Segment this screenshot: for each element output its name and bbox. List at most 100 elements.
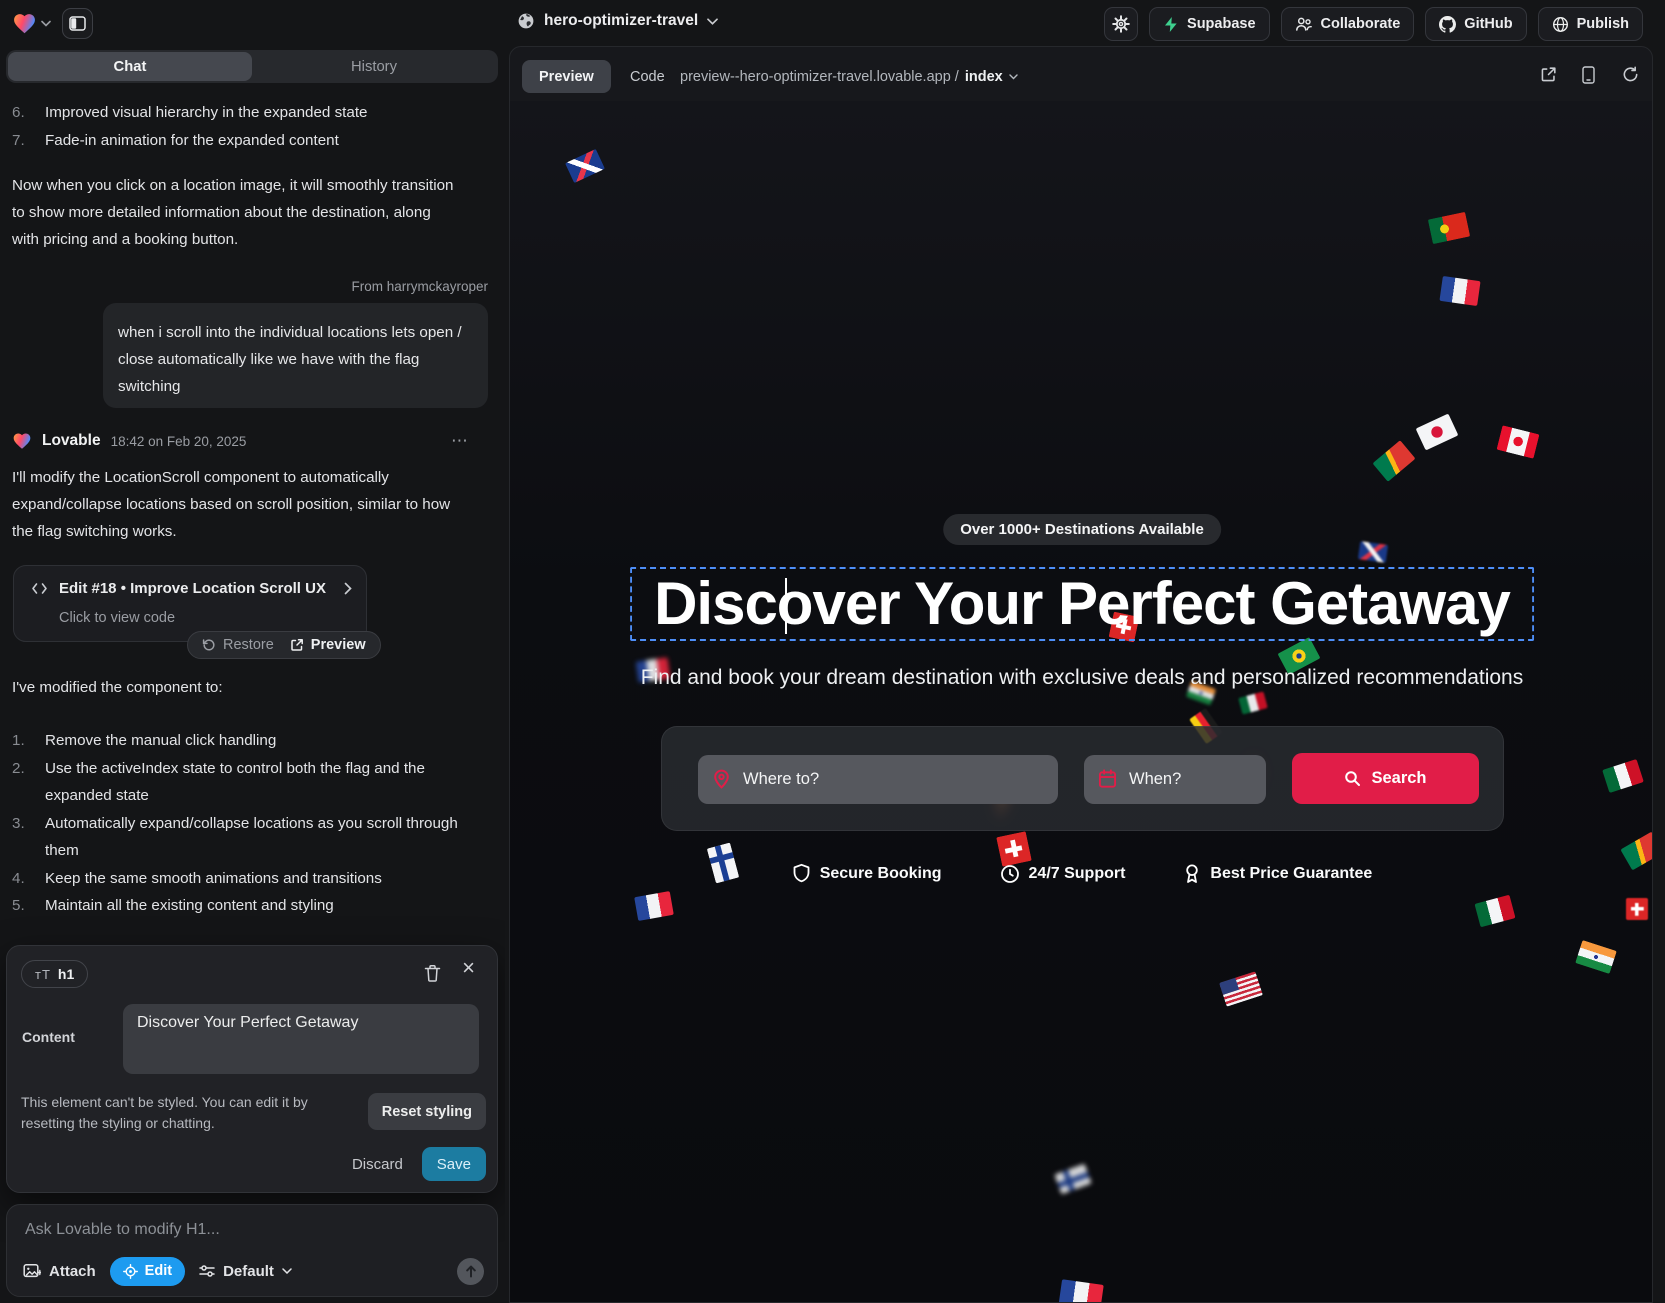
logo-chevron-down-icon[interactable] [41, 20, 51, 27]
chat-panel: Chat History 6.Improved visual hierarchy… [0, 48, 505, 1303]
element-tag-badge: тT h1 [21, 960, 88, 988]
sidebar-toggle-button[interactable] [62, 8, 93, 39]
lovable-logo-icon[interactable] [12, 11, 37, 36]
supabase-button[interactable]: Supabase [1149, 7, 1270, 41]
text-caret [785, 578, 787, 634]
flag-new-zealand [1358, 541, 1388, 563]
save-button[interactable]: Save [422, 1147, 486, 1181]
assistant-list-previous: 6.Improved visual hierarchy in the expan… [12, 99, 462, 154]
feature-best-price: Best Price Guarantee [1183, 863, 1372, 884]
supabase-icon [1163, 16, 1179, 33]
preview-toolbar: Preview Code preview--hero-optimizer-tra… [510, 47, 1652, 101]
flag-finland-blurred [1054, 1164, 1091, 1195]
panel-left-icon [69, 16, 86, 31]
where-input[interactable] [698, 755, 1058, 804]
feature-support: 24/7 Support [1000, 863, 1126, 884]
chat-history-tabs: Chat History [6, 50, 498, 83]
type-icon: тT [35, 967, 51, 982]
chat-composer: Attach Edit [6, 1204, 498, 1297]
element-tag: h1 [58, 966, 74, 982]
attach-button[interactable]: Attach [23, 1263, 96, 1280]
content-textarea[interactable]: Discover Your Perfect Getaway [123, 1004, 479, 1074]
search-icon [1344, 770, 1361, 787]
list-item: 1.Remove the manual click handling [12, 727, 458, 755]
globe-icon [517, 12, 535, 30]
flag-switzerland-bottom [996, 831, 1032, 867]
flag-usa [1219, 971, 1263, 1007]
edit-mode-button[interactable]: Edit [110, 1257, 185, 1286]
flag-switzerland-right [1626, 898, 1648, 920]
restore-button[interactable]: Restore [202, 637, 274, 653]
mobile-view-icon[interactable] [1582, 66, 1595, 84]
url-chevron-down-icon [1009, 74, 1018, 80]
publish-globe-icon [1552, 16, 1569, 33]
search-button[interactable]: Search [1292, 753, 1479, 804]
lovable-heart-icon [12, 431, 32, 451]
list-item: 3.Automatically expand/collapse location… [12, 810, 458, 865]
feature-list: Secure Booking 24/7 Support Best Price G… [510, 863, 1653, 884]
send-button[interactable] [457, 1258, 484, 1285]
message-author-label: From harrymckayroper [351, 279, 488, 294]
content-label: Content [22, 1029, 75, 1045]
shield-icon [792, 863, 811, 884]
award-icon [1183, 863, 1201, 884]
when-input[interactable] [1084, 755, 1266, 804]
preview-button[interactable]: Preview [290, 637, 366, 653]
list-item: 5.Maintain all the existing content and … [12, 892, 458, 920]
composer-input[interactable] [17, 1213, 487, 1253]
collaborate-icon [1295, 16, 1313, 32]
delete-element-icon[interactable] [424, 964, 441, 983]
close-panel-icon[interactable]: × [462, 957, 475, 979]
app-window: hero-optimizer-travel [0, 0, 1665, 1303]
project-selector[interactable]: hero-optimizer-travel [517, 12, 718, 30]
assistant-list-steps: 1.Remove the manual click handling 2.Use… [12, 727, 458, 920]
tab-code[interactable]: Code [622, 60, 673, 93]
topbar-actions: Supabase Collaborate GitHub [1104, 7, 1643, 41]
flag-south-africa [1372, 440, 1415, 482]
flag-france-bottom [1058, 1279, 1103, 1303]
project-chevron-down-icon [707, 18, 718, 25]
collaborate-button[interactable]: Collaborate [1281, 7, 1415, 41]
settings-button[interactable] [1104, 7, 1138, 41]
version-actions: Restore Preview [187, 631, 381, 659]
flag-japan [1416, 414, 1459, 451]
clock-icon [1000, 864, 1020, 884]
site-subheading: Find and book your dream destination wit… [510, 666, 1653, 690]
open-in-new-tab-icon[interactable] [1540, 66, 1557, 83]
flag-mexico-2 [1475, 895, 1516, 927]
tab-preview[interactable]: Preview [522, 60, 611, 93]
flag-mexico-right [1602, 759, 1644, 793]
element-editor-panel: тT h1 × Content Discover Your Perfect Ge… [6, 945, 498, 1193]
discard-button[interactable]: Discard [352, 1156, 403, 1173]
chevron-down-icon [282, 1268, 292, 1274]
site-heading[interactable]: Discover Your Perfect Getaway [654, 569, 1510, 639]
assistant-paragraph: I'll modify the LocationScroll component… [12, 464, 464, 545]
search-bar: Search [661, 726, 1504, 831]
github-button[interactable]: GitHub [1425, 7, 1526, 41]
tab-chat[interactable]: Chat [8, 52, 252, 81]
assistant-name: Lovable [42, 432, 101, 450]
flag-canada [1497, 425, 1540, 458]
list-item: 2.Use the activeIndex state to control b… [12, 755, 458, 810]
url-host: preview--hero-optimizer-travel.lovable.a… [680, 69, 959, 85]
restore-icon [202, 638, 216, 652]
flag-india-right [1575, 940, 1617, 974]
reset-styling-button[interactable]: Reset styling [368, 1093, 486, 1130]
user-message-bubble: when i scroll into the individual locati… [103, 303, 488, 408]
destinations-badge: Over 1000+ Destinations Available [943, 514, 1221, 545]
heading-selection-box[interactable]: Discover Your Perfect Getaway [630, 567, 1534, 641]
edit-card-subtitle: Click to view code [59, 610, 175, 626]
list-item: 7.Fade-in animation for the expanded con… [12, 127, 462, 155]
flag-france-left [634, 891, 674, 921]
preview-url[interactable]: preview--hero-optimizer-travel.lovable.a… [680, 60, 1018, 93]
publish-button[interactable]: Publish [1538, 7, 1643, 41]
list-item: 4.Keep the same smooth animations and tr… [12, 865, 458, 893]
chevron-right-icon [344, 582, 352, 595]
mode-select[interactable]: Default [199, 1263, 292, 1280]
external-link-icon [290, 638, 304, 652]
more-options-icon[interactable]: ⋯ [451, 431, 470, 451]
styling-note: This element can't be styled. You can ed… [21, 1092, 343, 1134]
refresh-icon[interactable] [1622, 66, 1639, 83]
tab-history[interactable]: History [252, 52, 496, 81]
crosshair-icon [123, 1264, 138, 1279]
